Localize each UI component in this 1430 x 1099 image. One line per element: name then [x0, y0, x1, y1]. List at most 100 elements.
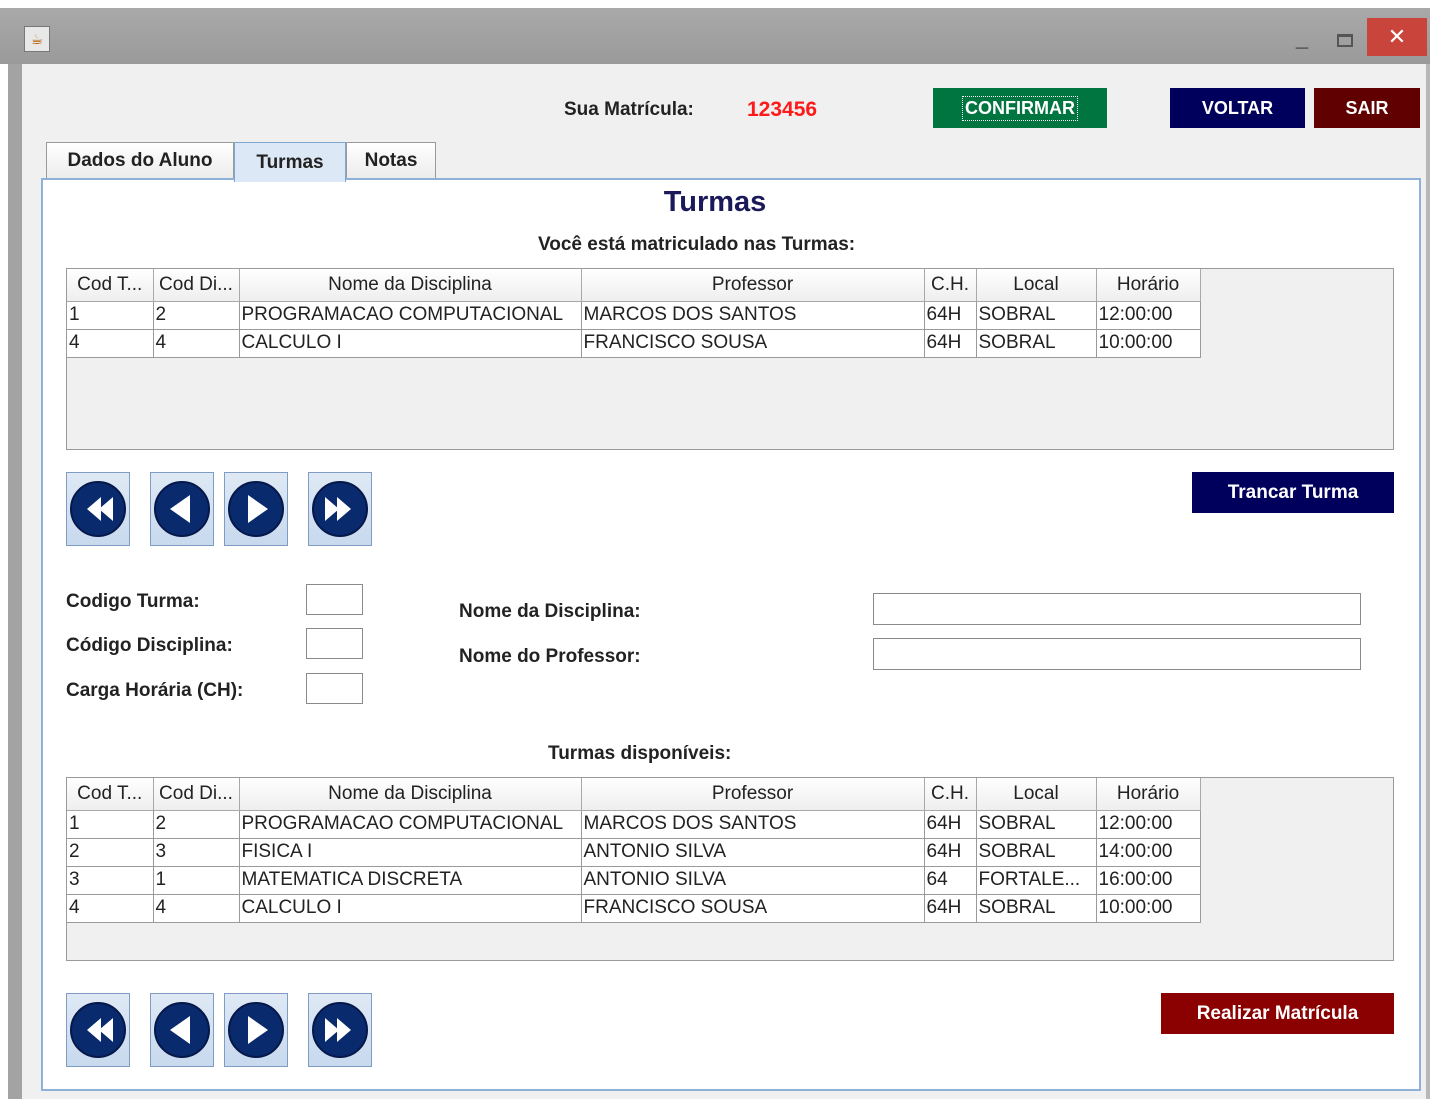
- cell[interactable]: PROGRAMACAO COMPUTACIONAL: [238, 809, 582, 839]
- cell[interactable]: 2: [152, 300, 240, 330]
- minimize-button[interactable]: _: [1282, 22, 1322, 58]
- cell[interactable]: 16:00:00: [1095, 865, 1201, 895]
- next-record-button[interactable]: [224, 993, 288, 1067]
- first-icon: [70, 481, 126, 537]
- codigo-turma-field[interactable]: [306, 584, 363, 615]
- col-professor[interactable]: Professor: [580, 269, 925, 302]
- cell[interactable]: SOBRAL: [975, 837, 1097, 867]
- voltar-button[interactable]: VOLTAR: [1170, 88, 1305, 128]
- cell[interactable]: 4: [152, 893, 240, 923]
- cell[interactable]: ANTONIO SILVA: [580, 837, 925, 867]
- cell[interactable]: 12:00:00: [1095, 809, 1201, 839]
- cell[interactable]: 14:00:00: [1095, 837, 1201, 867]
- cell[interactable]: 64H: [923, 809, 977, 839]
- col-local[interactable]: Local: [975, 778, 1097, 811]
- available-table-grid: Cod T... Cod Di... Nome da Disciplina Pr…: [67, 778, 1201, 923]
- next-record-button[interactable]: [224, 472, 288, 546]
- cell[interactable]: 1: [67, 809, 154, 839]
- first-icon: [70, 1002, 126, 1058]
- cell[interactable]: 4: [152, 328, 240, 358]
- cell[interactable]: 64H: [923, 893, 977, 923]
- title-bar: ☕ _ ✕: [0, 0, 1430, 64]
- trancar-turma-button[interactable]: Trancar Turma: [1192, 472, 1394, 513]
- carga-horaria-field[interactable]: [306, 673, 363, 704]
- cell[interactable]: SOBRAL: [975, 328, 1097, 358]
- previous-record-button[interactable]: [150, 472, 214, 546]
- cell[interactable]: 10:00:00: [1095, 328, 1201, 358]
- cell[interactable]: 10:00:00: [1095, 893, 1201, 923]
- col-ch[interactable]: C.H.: [923, 269, 977, 302]
- maximize-button[interactable]: [1325, 22, 1365, 58]
- cell[interactable]: MARCOS DOS SANTOS: [580, 809, 925, 839]
- cell[interactable]: FRANCISCO SOUSA: [580, 893, 925, 923]
- table-row[interactable]: 4 4 CALCULO I FRANCISCO SOUSA 64H SOBRAL…: [67, 893, 1201, 923]
- cell[interactable]: 1: [152, 865, 240, 895]
- cell[interactable]: 4: [67, 328, 154, 358]
- cell[interactable]: CALCULO I: [238, 893, 582, 923]
- col-cod-turma[interactable]: Cod T...: [67, 778, 154, 811]
- table-row[interactable]: 1 2 PROGRAMACAO COMPUTACIONAL MARCOS DOS…: [67, 809, 1201, 839]
- table-row[interactable]: 2 3 FISICA I ANTONIO SILVA 64H SOBRAL 14…: [67, 837, 1201, 867]
- col-local[interactable]: Local: [975, 269, 1097, 302]
- col-nome-disciplina[interactable]: Nome da Disciplina: [238, 778, 582, 811]
- last-record-button[interactable]: [308, 993, 372, 1067]
- codigo-disciplina-field[interactable]: [306, 628, 363, 659]
- first-record-button[interactable]: [66, 472, 130, 546]
- col-ch[interactable]: C.H.: [923, 778, 977, 811]
- cell[interactable]: SOBRAL: [975, 300, 1097, 330]
- enrolled-classes-table[interactable]: Cod T... Cod Di... Nome da Disciplina Pr…: [66, 268, 1394, 450]
- close-button[interactable]: ✕: [1367, 18, 1427, 56]
- next-icon: [228, 1002, 284, 1058]
- tab-turmas[interactable]: Turmas: [234, 142, 346, 182]
- cell[interactable]: FRANCISCO SOUSA: [580, 328, 925, 358]
- available-heading: Turmas disponíveis:: [548, 743, 732, 764]
- confirmar-button[interactable]: CONFIRMAR: [933, 88, 1107, 128]
- first-record-button[interactable]: [66, 993, 130, 1067]
- table-row[interactable]: 4 4 CALCULO I FRANCISCO SOUSA 64H SOBRAL…: [67, 328, 1201, 358]
- cell[interactable]: 4: [67, 893, 154, 923]
- col-nome-disciplina[interactable]: Nome da Disciplina: [238, 269, 582, 302]
- cell[interactable]: SOBRAL: [975, 893, 1097, 923]
- cell[interactable]: ANTONIO SILVA: [580, 865, 925, 895]
- next-icon: [228, 481, 284, 537]
- cell[interactable]: PROGRAMACAO COMPUTACIONAL: [238, 300, 582, 330]
- cell[interactable]: CALCULO I: [238, 328, 582, 358]
- nome-professor-field[interactable]: [873, 638, 1361, 670]
- tab-notas[interactable]: Notas: [346, 142, 436, 178]
- cell[interactable]: 64: [923, 865, 977, 895]
- cell[interactable]: 64H: [923, 837, 977, 867]
- cell[interactable]: 64H: [923, 328, 977, 358]
- sair-button[interactable]: SAIR: [1314, 88, 1420, 128]
- cell[interactable]: MARCOS DOS SANTOS: [580, 300, 925, 330]
- table-row[interactable]: 3 1 MATEMATICA DISCRETA ANTONIO SILVA 64…: [67, 865, 1201, 895]
- table-row[interactable]: 1 2 PROGRAMACAO COMPUTACIONAL MARCOS DOS…: [67, 300, 1201, 330]
- last-icon: [312, 1002, 368, 1058]
- available-classes-table[interactable]: Cod T... Cod Di... Nome da Disciplina Pr…: [66, 777, 1394, 961]
- cell[interactable]: 2: [67, 837, 154, 867]
- cell[interactable]: 64H: [923, 300, 977, 330]
- matricula-label: Sua Matrícula:: [564, 99, 694, 120]
- col-cod-disciplina[interactable]: Cod Di...: [152, 778, 240, 811]
- last-record-button[interactable]: [308, 472, 372, 546]
- cell[interactable]: SOBRAL: [975, 809, 1097, 839]
- java-app-icon: ☕: [24, 26, 50, 52]
- cell[interactable]: FISICA I: [238, 837, 582, 867]
- tab-dados-do-aluno[interactable]: Dados do Aluno: [46, 142, 234, 178]
- cell[interactable]: MATEMATICA DISCRETA: [238, 865, 582, 895]
- col-cod-turma[interactable]: Cod T...: [67, 269, 154, 302]
- col-horario[interactable]: Horário: [1095, 269, 1201, 302]
- section-title: Turmas: [663, 186, 767, 218]
- cell[interactable]: 12:00:00: [1095, 300, 1201, 330]
- col-horario[interactable]: Horário: [1095, 778, 1201, 811]
- realizar-matricula-button[interactable]: Realizar Matrícula: [1161, 993, 1394, 1034]
- enrolled-heading: Você está matriculado nas Turmas:: [538, 234, 856, 255]
- cell[interactable]: 2: [152, 809, 240, 839]
- cell[interactable]: 3: [67, 865, 154, 895]
- nome-disciplina-field[interactable]: [873, 593, 1361, 625]
- col-cod-disciplina[interactable]: Cod Di...: [152, 269, 240, 302]
- col-professor[interactable]: Professor: [580, 778, 925, 811]
- cell[interactable]: FORTALE...: [975, 865, 1097, 895]
- cell[interactable]: 3: [152, 837, 240, 867]
- cell[interactable]: 1: [67, 300, 154, 330]
- previous-record-button[interactable]: [150, 993, 214, 1067]
